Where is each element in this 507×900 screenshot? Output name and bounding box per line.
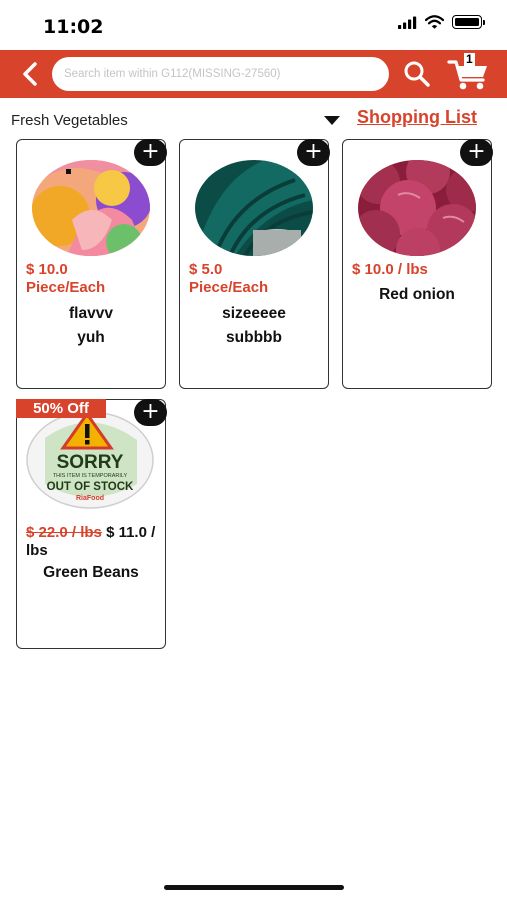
add-to-cart-button[interactable]: + [134,399,167,426]
status-time: 11:02 [43,16,104,38]
home-indicator [164,885,344,890]
search-button[interactable] [399,57,435,91]
product-image [195,160,313,256]
shopping-list-link[interactable]: Shopping List [357,107,477,128]
out-of-stock-text: OUT OF STOCK [47,481,134,493]
price-amount: $ 5.0 [189,261,223,278]
price-amount: $ 10.0 [26,261,68,278]
add-to-cart-button[interactable]: + [460,139,493,166]
product-name: Green Beans [43,564,139,581]
brand-text: RiaFood [76,495,104,502]
back-button[interactable] [14,58,46,90]
add-to-cart-button[interactable]: + [134,139,167,166]
search-input[interactable]: Search item within G112(MISSING-27560) [52,57,389,91]
app-bar: Search item within G112(MISSING-27560) 1 [0,50,507,98]
status-bar: 11:02 [0,0,507,50]
product-card[interactable]: SORRY THIS ITEM IS TEMPORARILY OUT OF ST… [16,399,167,649]
category-row: Fresh Vegetables Shopping List [0,106,507,134]
product-price: $ 5.0 Piece/Each [189,261,321,297]
product-price: $ 22.0 / lbs $ 11.0 / lbs [26,524,158,560]
original-price: $ 22.0 / lbs [26,524,102,541]
product-image [358,160,476,256]
price-unit: Piece/Each [189,279,269,296]
back-arrow-icon [23,62,37,86]
product-subname: subbbb [226,329,282,346]
product-card[interactable]: $ 5.0 Piece/Each sizeeeee subbbb + [179,139,330,389]
battery-icon [452,15,485,29]
category-selector[interactable]: Fresh Vegetables [11,112,128,129]
cart-count-badge: 1 [464,52,475,66]
product-name: flavvv [69,305,113,322]
search-icon [404,61,430,87]
signal-icon [398,16,417,29]
discount-badge: 50% Off [16,399,106,418]
product-card[interactable]: $ 10.0 Piece/Each flavvv yuh + [16,139,167,389]
sorry-text: SORRY [57,452,124,473]
dropdown-triangle-icon[interactable] [324,116,340,125]
product-image: SORRY THIS ITEM IS TEMPORARILY OUT OF ST… [25,410,155,510]
wifi-icon [425,15,444,29]
add-to-cart-button[interactable]: + [297,139,330,166]
product-name: sizeeeee [222,305,286,322]
temporarily-text: THIS ITEM IS TEMPORARILY [53,473,128,479]
product-price: $ 10.0 Piece/Each [26,261,158,297]
price-amount: $ 10.0 / lbs [352,261,428,278]
product-card[interactable]: $ 10.0 / lbs Red onion + [342,139,493,389]
cart-button[interactable]: 1 [447,52,491,93]
product-subname: yuh [77,329,105,346]
price-unit: Piece/Each [26,279,106,296]
product-name: Red onion [379,286,455,303]
product-price: $ 10.0 / lbs [352,261,484,279]
product-image [32,160,150,256]
status-icons [398,15,485,29]
